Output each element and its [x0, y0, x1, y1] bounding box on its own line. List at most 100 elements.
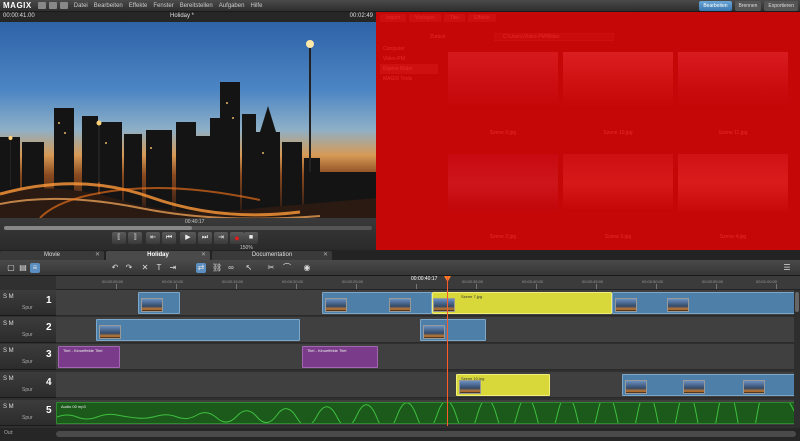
ruler-tick	[476, 284, 477, 289]
scrollbar-thumb[interactable]	[795, 292, 799, 312]
video-clip[interactable]	[138, 292, 180, 314]
undo-icon[interactable]	[48, 2, 57, 9]
eye-icon[interactable]: ◉	[302, 263, 312, 273]
thumbnail-3[interactable]	[678, 52, 788, 110]
menu-fenster[interactable]: Fenster	[150, 3, 176, 9]
ruler-tick	[656, 284, 657, 289]
sidebar-item-user[interactable]: Video-PM	[380, 54, 438, 64]
video-clip-selected[interactable]: Szene 10.jpg	[456, 374, 550, 396]
menu-datei[interactable]: Datei	[71, 3, 91, 9]
menu-icon[interactable]: ☰	[782, 263, 792, 273]
menu-bearbeiten[interactable]: Bearbeiten	[91, 3, 126, 9]
track-header-5[interactable]: S M Spur 5	[0, 400, 56, 426]
video-clip[interactable]	[622, 374, 796, 396]
stop-icon[interactable]: ■	[244, 232, 258, 244]
thumbnail-4[interactable]	[448, 154, 558, 212]
scrub-bar[interactable]	[4, 226, 372, 230]
mouse-mode-icon[interactable]: ⇄	[196, 263, 206, 273]
volume-curve-icon[interactable]: ⌒	[282, 263, 292, 273]
thumbnail-5[interactable]	[563, 154, 673, 212]
solo-mute-toggle[interactable]: S M	[3, 321, 14, 327]
scrollbar-thumb[interactable]	[56, 431, 796, 437]
save-icon[interactable]	[37, 2, 46, 9]
thumbnail-6[interactable]	[678, 154, 788, 212]
menu-bereitstellen[interactable]: Bereitstellen	[177, 3, 216, 9]
storyboard-view-icon[interactable]: ▢	[6, 263, 16, 273]
menu-aufgaben[interactable]: Aufgaben	[216, 3, 248, 9]
video-preview[interactable]	[0, 22, 376, 218]
next-marker-icon[interactable]: ⇥	[214, 232, 228, 244]
video-clip-selected[interactable]: Szene 7.jpg	[432, 292, 612, 314]
vertical-scrollbar[interactable]	[794, 290, 800, 428]
thumbnail-label: Szene 11.jpg	[718, 130, 748, 136]
close-icon[interactable]: ✕	[323, 251, 328, 260]
track-header-2[interactable]: S M Spur 2	[0, 317, 56, 343]
solo-mute-toggle[interactable]: S M	[3, 348, 14, 354]
prev-marker-icon[interactable]: ⇤	[146, 232, 160, 244]
close-icon[interactable]: ✕	[95, 251, 100, 260]
close-icon[interactable]: ✕	[201, 251, 206, 260]
video-clip[interactable]	[420, 319, 486, 341]
pool-tab-templates[interactable]: Vorlagen	[409, 14, 441, 22]
group-icon[interactable]: ∞	[226, 263, 236, 273]
mode-export-button[interactable]: Exportieren	[764, 1, 798, 11]
track-lane-1[interactable]: Szene 7.jpg	[56, 290, 796, 316]
sidebar-item-pictures[interactable]: Eigene Bilder	[380, 64, 438, 74]
tab-holiday[interactable]: Holiday ✕	[106, 251, 210, 260]
track-lane-2[interactable]	[56, 317, 796, 343]
link-icon[interactable]: ⛓	[212, 263, 222, 273]
playhead-line[interactable]	[447, 276, 448, 426]
settings-icon[interactable]	[59, 2, 68, 9]
undo-icon[interactable]: ↶	[110, 263, 120, 273]
cursor-tool-icon[interactable]: ↖	[244, 263, 254, 273]
title-clip[interactable]: Titel - Kinoeffekte Titel	[58, 346, 120, 368]
thumbnail-2[interactable]	[563, 52, 673, 110]
play-icon[interactable]: ▶	[180, 232, 196, 244]
timeline-ruler[interactable]: 00:00:40:17 00:00:05:00 00:00:10:00 00:0…	[56, 276, 800, 290]
tab-documentation[interactable]: Documentation ✕	[212, 251, 332, 260]
sidebar-item-tools[interactable]: MAGIX Tools	[380, 74, 438, 84]
delete-icon[interactable]: ✕	[140, 263, 150, 273]
track-number: 1	[46, 295, 52, 306]
skip-back-icon[interactable]: ⏮	[162, 232, 176, 244]
redo-icon[interactable]: ↷	[124, 263, 134, 273]
track-header-3[interactable]: S M Spur 3	[0, 344, 56, 370]
scene-view-icon[interactable]: ▤	[18, 263, 28, 273]
audio-clip[interactable]: Audio 00 mp3	[56, 402, 796, 424]
path-field[interactable]: C:\Users\Video-PM\Bilder	[494, 33, 614, 41]
mode-burn-button[interactable]: Brennen	[734, 1, 762, 11]
sidebar-item-computer[interactable]: Computer	[380, 44, 438, 54]
title-clip[interactable]: Titel - Kinoeffekte Titel	[302, 346, 378, 368]
track-lane-4[interactable]: Szene 10.jpg	[56, 372, 796, 398]
out-point-icon[interactable]: ⟧	[128, 232, 142, 244]
menu-effekte[interactable]: Effekte	[126, 3, 151, 9]
skip-forward-icon[interactable]: ⏭	[198, 232, 212, 244]
project-tabs: Movie ✕ Holiday ✕ Documentation ✕	[0, 250, 800, 260]
video-clip[interactable]	[612, 292, 796, 314]
pool-tab-import[interactable]: Import	[380, 14, 407, 22]
solo-mute-toggle[interactable]: S M	[3, 294, 14, 300]
menu-hilfe[interactable]: Hilfe	[247, 3, 265, 9]
back-button[interactable]: Zurück	[430, 34, 445, 40]
mode-edit-button[interactable]: Bearbeiten	[699, 1, 732, 11]
app-window: MAGIX Datei Bearbeiten Effekte Fenster B…	[0, 0, 800, 441]
horizontal-scrollbar[interactable]: Out:	[0, 428, 800, 441]
video-clip[interactable]	[322, 292, 432, 314]
solo-mute-toggle[interactable]: S M	[3, 376, 14, 382]
tab-movie[interactable]: Movie ✕	[0, 251, 104, 260]
in-point-icon[interactable]: ⟦	[112, 232, 126, 244]
record-icon[interactable]: ●	[230, 232, 244, 244]
track-header-1[interactable]: S M Spur 1	[0, 290, 56, 316]
track-lane-3[interactable]: Titel - Kinoeffekte Titel Titel - Kinoef…	[56, 344, 796, 370]
track-header-4[interactable]: S M Spur 4	[0, 372, 56, 398]
video-clip[interactable]	[96, 319, 300, 341]
pool-tab-titles[interactable]: Titel	[443, 14, 466, 22]
pool-tab-effects[interactable]: Effekte	[468, 14, 496, 22]
solo-mute-toggle[interactable]: S M	[3, 404, 14, 410]
knife-icon[interactable]: ✂	[266, 263, 276, 273]
split-icon[interactable]: ⇥	[168, 263, 178, 273]
thumbnail-1[interactable]	[448, 52, 558, 110]
track-lane-5[interactable]: Audio 00 mp3	[56, 400, 796, 426]
title-icon[interactable]: T	[154, 263, 164, 273]
timeline-view-icon[interactable]: ≡	[30, 263, 40, 273]
